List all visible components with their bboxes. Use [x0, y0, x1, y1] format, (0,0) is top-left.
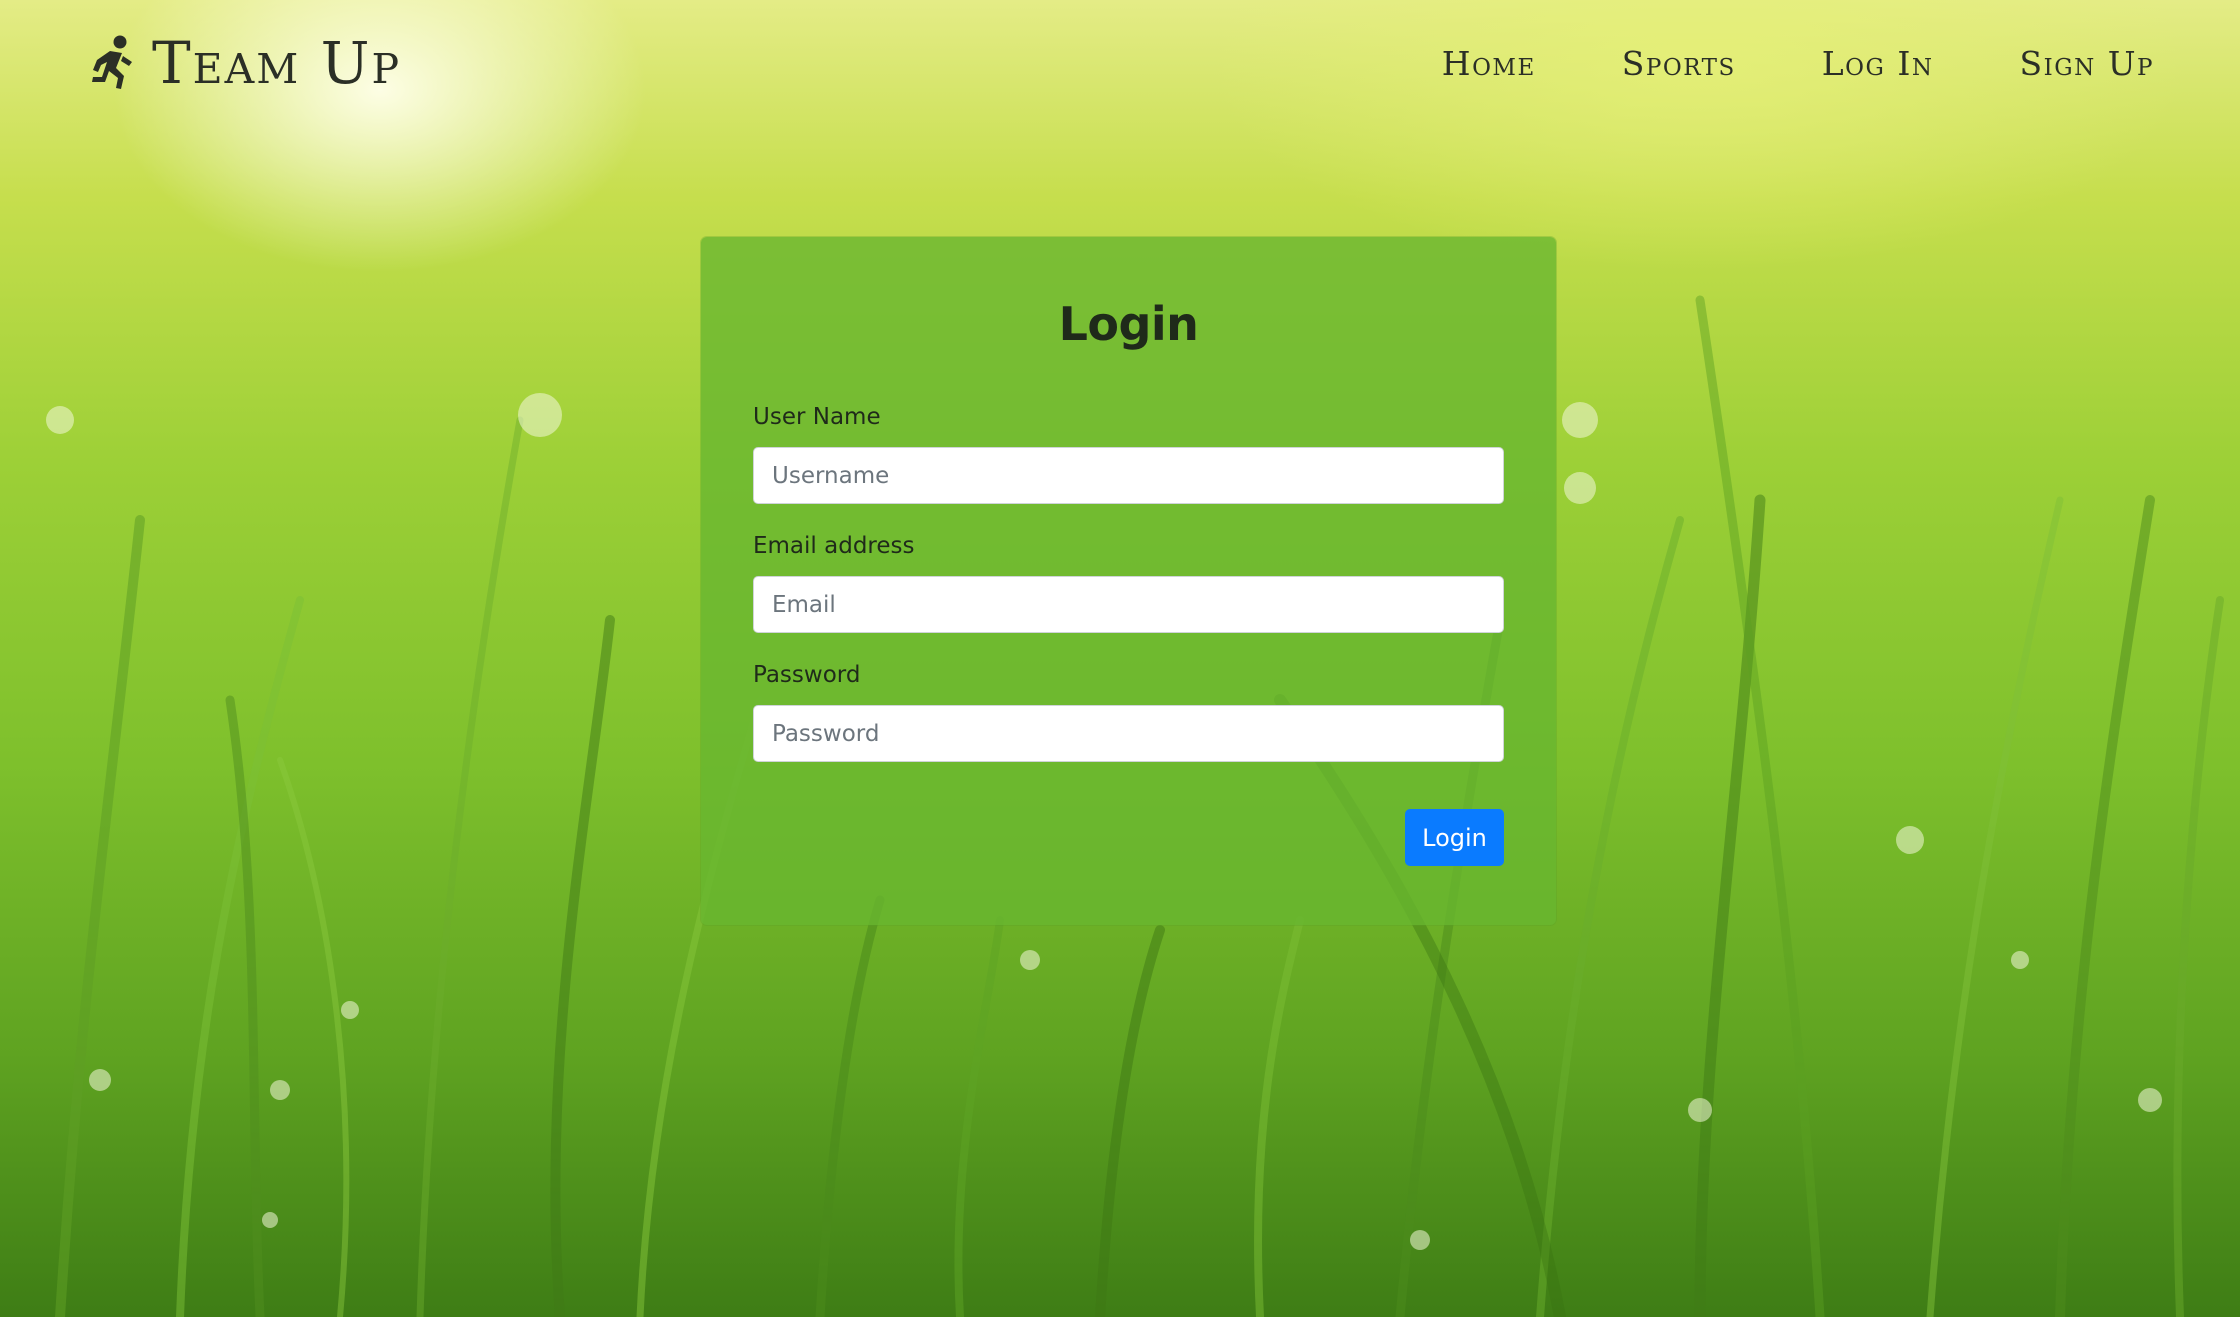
password-label: Password — [753, 662, 861, 688]
login-card: Login User Name Email address Password L… — [701, 237, 1556, 925]
nav-sports-link[interactable]: Sports — [1622, 44, 1736, 84]
email-input[interactable] — [753, 576, 1504, 633]
nav-home-link[interactable]: Home — [1442, 44, 1536, 84]
brand-link[interactable]: Team Up — [88, 30, 401, 96]
username-label: User Name — [753, 404, 881, 430]
nav-links: Home Sports Log In Sign Up — [1442, 44, 2154, 84]
login-title: Login — [1058, 297, 1199, 351]
navbar: Team Up Home Sports Log In Sign Up — [0, 0, 2240, 128]
nav-login-link[interactable]: Log In — [1822, 44, 1934, 84]
login-button[interactable]: Login — [1405, 809, 1504, 866]
nav-signup-link[interactable]: Sign Up — [2020, 44, 2154, 84]
username-input[interactable] — [753, 447, 1504, 504]
email-label: Email address — [753, 533, 915, 559]
password-input[interactable] — [753, 705, 1504, 762]
brand-name: Team Up — [152, 29, 402, 97]
running-person-icon — [88, 34, 138, 92]
